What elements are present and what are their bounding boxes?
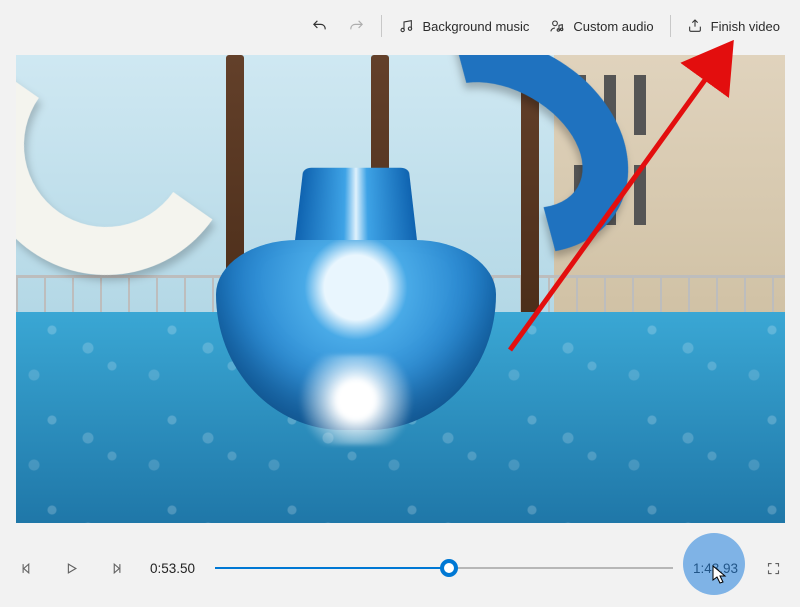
redo-button[interactable] (338, 6, 375, 46)
current-time: 0:53.50 (144, 561, 201, 576)
step-forward-icon (108, 561, 123, 576)
preview-scene (216, 125, 496, 465)
total-time: 1:43.93 (687, 561, 744, 576)
music-note-icon (398, 18, 414, 34)
frame-back-button[interactable] (12, 553, 42, 583)
video-editor-window: Background music Custom audio (0, 0, 800, 607)
background-music-button[interactable]: Background music (388, 6, 539, 46)
custom-audio-label: Custom audio (573, 19, 653, 34)
seek-track-fill (215, 567, 449, 569)
seek-track[interactable] (215, 553, 673, 583)
play-icon (64, 561, 79, 576)
playback-bar: 0:53.50 1:43.93 (12, 529, 788, 607)
toolbar-divider (381, 15, 382, 37)
seek-track-line (215, 567, 673, 569)
toolbar-divider (670, 15, 671, 37)
fullscreen-button[interactable] (758, 553, 788, 583)
finish-video-label: Finish video (711, 19, 780, 34)
finish-video-button[interactable]: Finish video (677, 6, 790, 46)
export-icon (687, 18, 703, 34)
undo-button[interactable] (301, 6, 338, 46)
custom-audio-button[interactable]: Custom audio (539, 6, 663, 46)
seek-thumb[interactable] (440, 559, 458, 577)
person-audio-icon (549, 18, 565, 34)
background-music-label: Background music (422, 19, 529, 34)
toolbar: Background music Custom audio (0, 0, 800, 52)
video-preview[interactable] (16, 55, 785, 523)
redo-icon (348, 18, 365, 35)
fullscreen-icon (766, 561, 781, 576)
undo-icon (311, 18, 328, 35)
play-button[interactable] (56, 553, 86, 583)
step-back-icon (20, 561, 35, 576)
frame-forward-button[interactable] (100, 553, 130, 583)
